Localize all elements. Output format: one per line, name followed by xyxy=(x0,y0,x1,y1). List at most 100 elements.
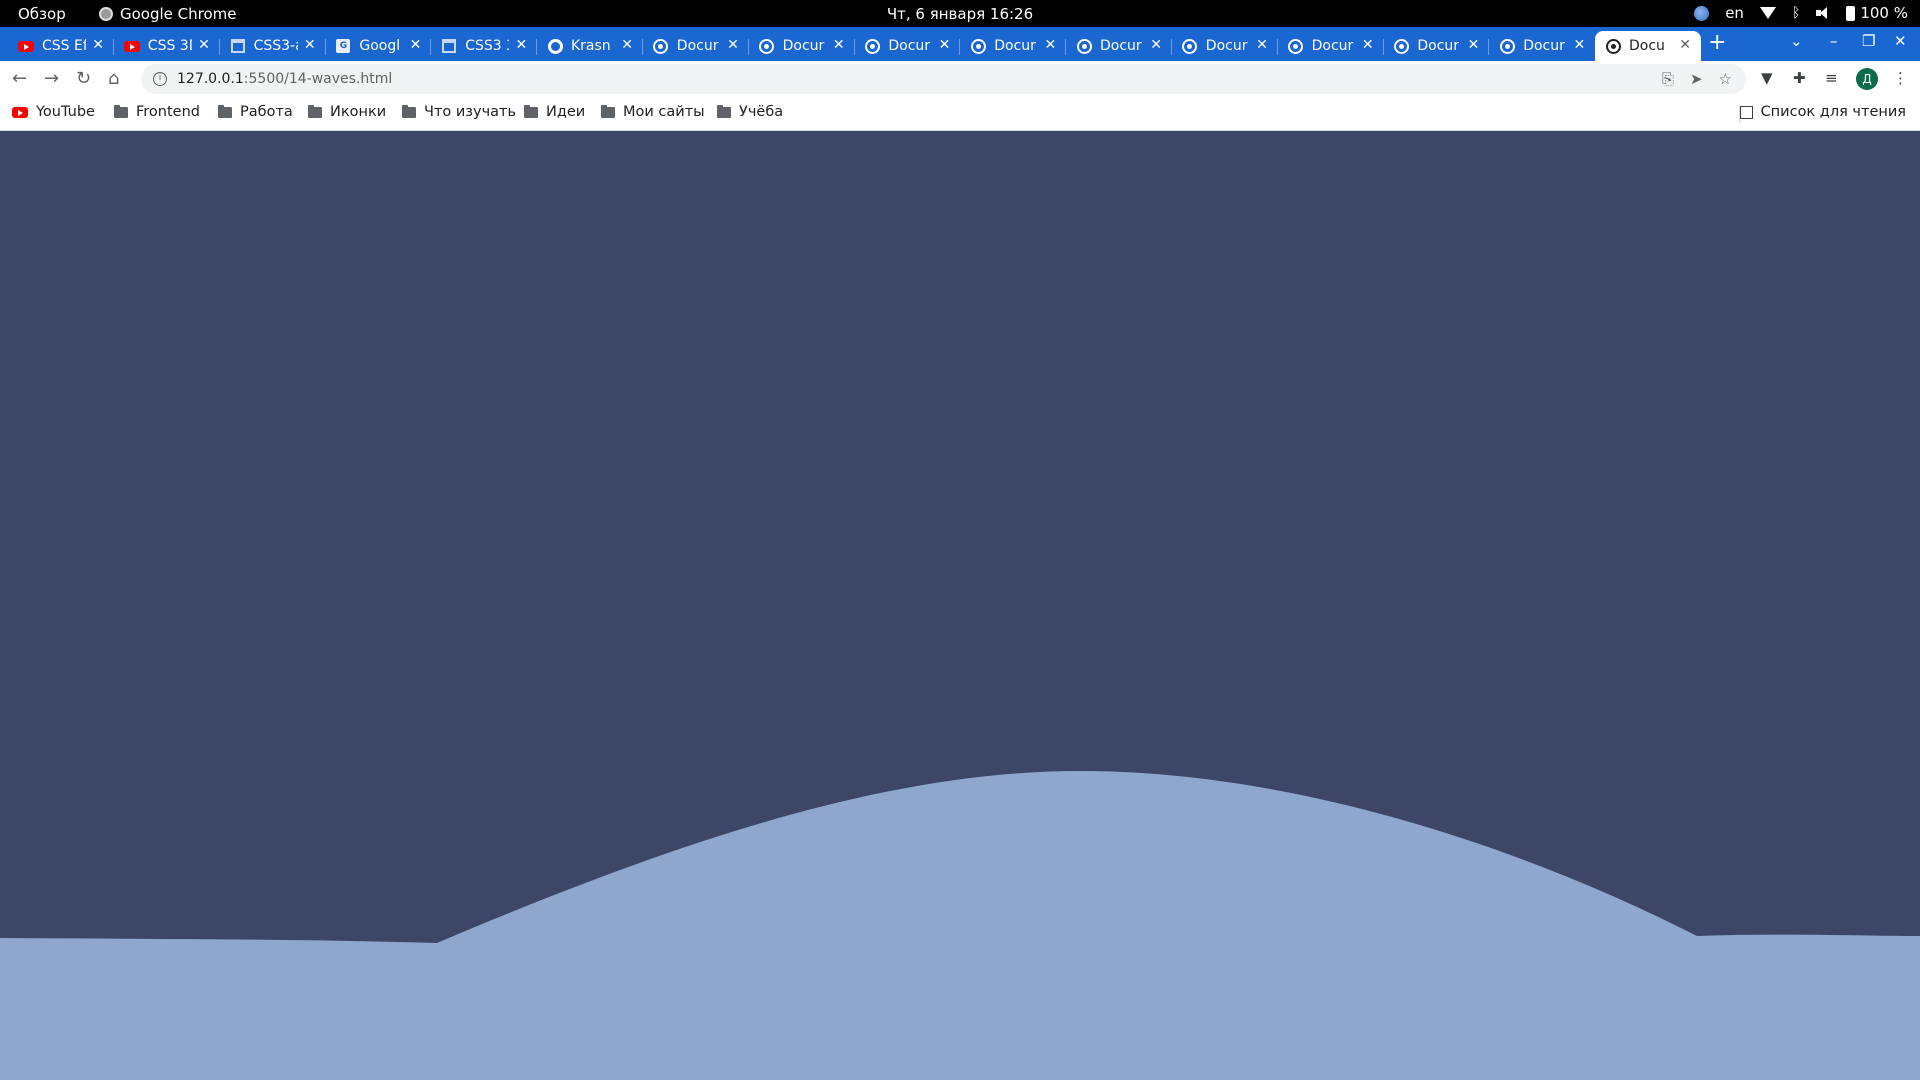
wave-fill xyxy=(0,771,1920,1080)
minimize-icon[interactable]: – xyxy=(1830,32,1838,50)
youtube-icon xyxy=(18,38,34,54)
browser-tab[interactable]: Docur ✕ xyxy=(1383,31,1490,61)
translate-icon[interactable]: ⎘ xyxy=(1662,70,1674,88)
bookmark-label: Что изучать xyxy=(424,104,517,120)
bookmark-item[interactable]: YouTube xyxy=(12,104,95,120)
network-globe-icon[interactable] xyxy=(1694,5,1710,21)
tab-close-icon[interactable]: ✕ xyxy=(727,37,739,53)
restore-icon[interactable]: ❐ xyxy=(1862,32,1875,50)
home-icon[interactable]: ⌂ xyxy=(108,68,119,89)
tab-close-icon[interactable]: ✕ xyxy=(1573,37,1585,53)
tab-close-icon[interactable]: ✕ xyxy=(92,37,104,53)
folder-icon xyxy=(402,104,416,118)
bookmark-item[interactable]: Мои сайты xyxy=(601,104,705,120)
tab-close-icon[interactable]: ✕ xyxy=(1362,37,1374,53)
browser-tab[interactable]: CSS Ef ✕ xyxy=(8,31,114,61)
bookmark-item[interactable]: Frontend xyxy=(114,104,200,120)
bookmark-item[interactable]: Учёба xyxy=(717,104,783,120)
activities-button[interactable]: Обзор xyxy=(18,5,66,23)
site-info-icon[interactable]: i xyxy=(153,72,167,86)
tab-close-icon[interactable]: ✕ xyxy=(1468,37,1480,53)
youtube-icon xyxy=(123,38,140,54)
browser-tab[interactable]: Docur ✕ xyxy=(643,31,749,61)
browser-tab[interactable]: G Googl ✕ xyxy=(325,31,432,61)
close-window-icon[interactable]: ✕ xyxy=(1894,32,1907,50)
tab-close-icon[interactable]: ✕ xyxy=(515,37,527,53)
reload-icon[interactable]: ↻ xyxy=(76,68,91,89)
browser-tab[interactable]: Docur ✕ xyxy=(1172,31,1278,61)
tab-close-icon[interactable]: ✕ xyxy=(410,37,422,53)
tab-close-icon[interactable]: ✕ xyxy=(1150,37,1162,53)
browser-tab[interactable]: Docur ✕ xyxy=(1066,31,1172,61)
globe-icon xyxy=(759,38,775,54)
tab-close-icon[interactable]: ✕ xyxy=(1679,37,1691,53)
tab-search-chevron-icon[interactable]: ⌄ xyxy=(1790,32,1803,50)
globe-icon xyxy=(1076,38,1092,54)
browser-tab[interactable]: Docu ✕ xyxy=(1595,31,1701,61)
bookmark-label: Frontend xyxy=(136,104,200,120)
battery-icon xyxy=(1846,5,1856,21)
browser-tab[interactable]: Krasn ✕ xyxy=(537,31,643,61)
back-arrow-icon[interactable]: ← xyxy=(12,68,27,89)
browser-tab[interactable]: CSS3-a ✕ xyxy=(220,31,326,61)
reading-list-button[interactable]: Список для чтения xyxy=(1739,104,1906,120)
bookmark-label: Мои сайты xyxy=(623,104,705,120)
new-tab-button[interactable]: + xyxy=(1708,30,1726,55)
globe-icon xyxy=(1393,38,1409,54)
app-menu[interactable]: Google Chrome xyxy=(99,5,237,23)
chrome-icon xyxy=(99,7,113,21)
tab-close-icon[interactable]: ✕ xyxy=(1256,37,1268,53)
browser-tab[interactable]: CSS 3D ✕ xyxy=(114,31,220,61)
folder-icon xyxy=(308,104,322,118)
address-bar[interactable]: i 127.0.0.1:5500/14-waves.html ⎘ ➤ ☆ xyxy=(141,64,1746,94)
media-controls-icon[interactable]: ≡ xyxy=(1825,69,1838,87)
keyboard-layout[interactable]: en xyxy=(1725,4,1744,22)
menu-kebab-icon[interactable]: ⋮ xyxy=(1893,69,1908,87)
browser-tab[interactable]: Docur ✕ xyxy=(1489,31,1595,61)
bookmark-item[interactable]: Иконки xyxy=(308,104,386,120)
browser-tab[interactable]: Docur ✕ xyxy=(749,31,855,61)
url-host: 127.0.0.1 xyxy=(177,71,244,87)
tab-title: Googl xyxy=(359,38,401,54)
folder-icon xyxy=(717,104,731,118)
tab-close-icon[interactable]: ✕ xyxy=(304,37,316,53)
browser-tab[interactable]: Docur ✕ xyxy=(854,31,961,61)
bookmark-label: Идеи xyxy=(546,104,586,120)
browser-tab[interactable]: Docur ✕ xyxy=(1278,31,1384,61)
forward-arrow-icon[interactable]: → xyxy=(44,68,59,89)
bookmark-label: YouTube xyxy=(36,104,95,120)
tab-close-icon[interactable]: ✕ xyxy=(1044,37,1056,53)
bookmark-item[interactable]: Что изучать xyxy=(402,104,516,120)
profile-avatar[interactable]: Д xyxy=(1856,68,1878,90)
tab-close-icon[interactable]: ✕ xyxy=(939,37,951,53)
tab-close-icon[interactable]: ✕ xyxy=(198,37,210,53)
reading-list-label: Список для чтения xyxy=(1760,104,1906,120)
globe-icon xyxy=(970,38,986,54)
globe-icon xyxy=(864,38,880,54)
folder-icon xyxy=(524,104,538,118)
globe-icon xyxy=(1605,38,1621,54)
system-tray[interactable]: en ᛒ 100 % xyxy=(1694,4,1908,22)
bookmarks-bar: Список для чтения YouTube Frontend Работа И… xyxy=(0,97,1920,131)
bookmark-label: Работа xyxy=(240,104,293,120)
tab-title: Docur xyxy=(1100,38,1142,54)
bookmark-item[interactable]: Идеи xyxy=(524,104,585,120)
browser-tab[interactable]: CSS3 3 ✕ xyxy=(431,31,538,61)
bookmark-item[interactable]: Работа xyxy=(218,104,293,120)
url-path: :5500/14-waves.html xyxy=(243,71,393,87)
vue-devtools-icon[interactable]: ▼ xyxy=(1761,69,1773,87)
tab-close-icon[interactable]: ✕ xyxy=(621,37,633,53)
clock[interactable]: Чт, 6 января 16:26 xyxy=(0,5,1920,23)
tab-title: CSS Ef xyxy=(42,38,86,54)
globe-icon xyxy=(1182,38,1198,54)
bookmark-star-icon[interactable]: ☆ xyxy=(1719,70,1732,88)
browser-tab[interactable]: Docur ✕ xyxy=(960,31,1067,61)
extensions-puzzle-icon[interactable]: ✚ xyxy=(1793,69,1806,87)
tab-title: Docur xyxy=(994,38,1036,54)
battery-level: 100 % xyxy=(1860,4,1908,22)
tab-title: Docur xyxy=(1205,38,1248,54)
send-to-device-icon[interactable]: ➤ xyxy=(1690,70,1703,88)
globe-icon xyxy=(1499,38,1515,54)
tab-title: CSS3 3 xyxy=(465,38,509,54)
tab-close-icon[interactable]: ✕ xyxy=(833,37,845,53)
